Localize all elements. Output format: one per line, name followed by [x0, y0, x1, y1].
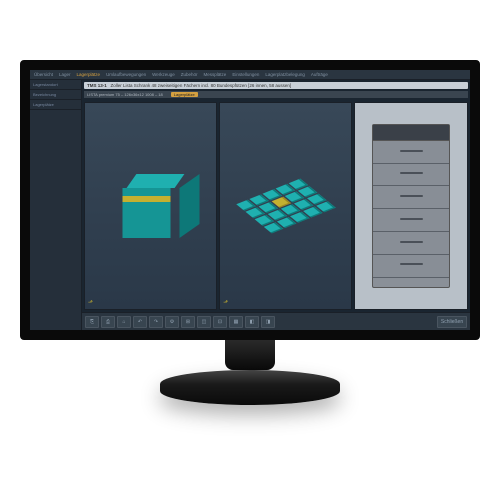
info-bar: TMS 13-1 Zoller Lista Schrank 48 zweisei… — [84, 82, 468, 89]
monitor-stand-base — [160, 370, 340, 405]
tool-button[interactable]: ◨ — [261, 316, 275, 328]
bottom-toolbar: ⎘ ⎙ ⌂ ↶ ↷ ⚙ ⊞ ◫ ⊡ ▦ ◧ ◨ Schließen — [82, 312, 470, 330]
drawer-row — [373, 141, 449, 164]
content-area: Lagerstandort Bezeichnung Lagerplätze TM… — [30, 80, 470, 330]
tool-button[interactable]: ⌂ — [117, 316, 131, 328]
axis-gizmo-icon[interactable]: ⬏ — [223, 299, 228, 306]
drawer-grid-3d — [236, 179, 335, 234]
cabinet-image — [372, 124, 450, 289]
menu-item[interactable]: Einstellungen — [232, 72, 259, 77]
drawer-row — [373, 209, 449, 232]
tool-button[interactable]: ▦ — [229, 316, 243, 328]
item-code: TMS 13-1 — [87, 83, 107, 88]
cabinet-3d-model — [122, 174, 179, 238]
viewport-cabinet-photo[interactable] — [354, 102, 468, 310]
tool-button[interactable]: ⚙ — [165, 316, 179, 328]
drawer-row — [373, 186, 449, 209]
item-description: Zoller Lista Schrank 48 zweiseitigen Fäc… — [111, 83, 292, 88]
menu-item[interactable]: Lager — [59, 72, 71, 77]
menu-item[interactable]: Übersicht — [34, 72, 53, 77]
tool-button[interactable]: ◫ — [197, 316, 211, 328]
main-panel: TMS 13-1 Zoller Lista Schrank 48 zweisei… — [82, 80, 470, 330]
monitor-frame: Übersicht Lager Lagerplätze Umlaufbewegu… — [20, 60, 480, 400]
menu-item[interactable]: Lagerplatzbelegung — [265, 72, 305, 77]
viewport-3d-grid[interactable]: ⬏ — [219, 102, 352, 310]
sub-title: LISTA premium 75 – 126x36x12 1008 – 18 — [87, 92, 163, 97]
viewport-3d-cabinet[interactable]: ⬏ — [84, 102, 217, 310]
sub-info-bar: LISTA premium 75 – 126x36x12 1008 – 18 L… — [84, 91, 468, 98]
sidebar: Lagerstandort Bezeichnung Lagerplätze — [30, 80, 82, 330]
tool-button[interactable]: ⎙ — [101, 316, 115, 328]
tag-label: Lagerplätze — [171, 92, 198, 97]
menu-item[interactable]: Aufträge — [311, 72, 328, 77]
drawer-row — [373, 232, 449, 255]
sidebar-item[interactable]: Lagerstandort — [30, 80, 81, 90]
menu-item[interactable]: Messplätze — [204, 72, 227, 77]
tool-button[interactable]: ↷ — [149, 316, 163, 328]
sidebar-item[interactable]: Bezeichnung — [30, 90, 81, 100]
tool-button[interactable]: ⊡ — [213, 316, 227, 328]
axis-gizmo-icon[interactable]: ⬏ — [88, 299, 93, 306]
tool-button[interactable]: ⊞ — [181, 316, 195, 328]
monitor-stand-neck — [225, 340, 275, 370]
sidebar-item[interactable]: Lagerplätze — [30, 100, 81, 110]
menu-item[interactable]: Lagerplätze — [77, 72, 101, 77]
tool-button[interactable]: ⎘ — [85, 316, 99, 328]
drawer-row — [373, 164, 449, 187]
menu-item[interactable]: Umlaufbewegungen — [106, 72, 146, 77]
menu-item[interactable]: Werkzeuge — [152, 72, 175, 77]
viewport-row: ⬏ ⬏ — [82, 100, 470, 312]
close-button[interactable]: Schließen — [437, 316, 467, 328]
main-menu: Übersicht Lager Lagerplätze Umlaufbewegu… — [30, 70, 470, 80]
screen: Übersicht Lager Lagerplätze Umlaufbewegu… — [20, 60, 480, 340]
application-window: Übersicht Lager Lagerplätze Umlaufbewegu… — [30, 70, 470, 330]
tool-button[interactable]: ↶ — [133, 316, 147, 328]
drawer-row — [373, 255, 449, 278]
tool-button[interactable]: ◧ — [245, 316, 259, 328]
menu-item[interactable]: Zubehör — [181, 72, 198, 77]
